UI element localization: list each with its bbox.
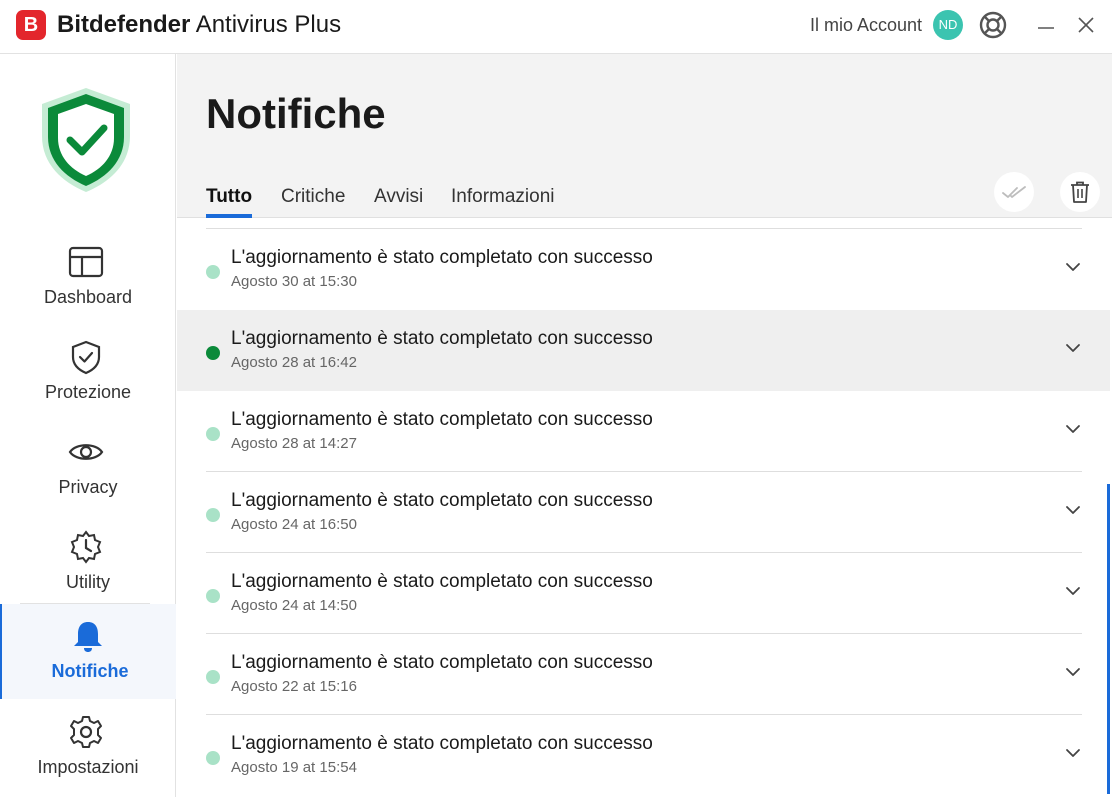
sidebar-item-notifiche[interactable]: Notifiche [0,604,176,699]
chevron-down-icon[interactable] [1063,581,1083,601]
page-header: Notifiche Tutto Critiche Avvisi Informaz… [177,54,1112,218]
sidebar-item-dashboard[interactable]: Dashboard [0,230,176,325]
notification-title: L'aggiornamento è stato completato con s… [231,409,653,430]
notification-title: L'aggiornamento è stato completato con s… [231,247,653,268]
list-item[interactable]: L'aggiornamento è stato completato con s… [177,391,1110,472]
notification-time: Agosto 30 at 15:30 [231,273,357,290]
close-button[interactable] [1070,9,1102,41]
page-title: Notifiche [206,90,386,137]
list-item[interactable]: L'aggiornamento è stato completato con s… [177,634,1110,715]
tab-informazioni[interactable]: Informazioni [451,185,555,209]
delete-all-button[interactable] [1060,172,1100,212]
sidebar-item-label: Dashboard [43,287,133,307]
chevron-down-icon[interactable] [1063,419,1083,439]
notification-time: Agosto 19 at 15:54 [231,759,357,776]
product-name: Antivirus Plus [195,11,342,38]
tab-avvisi[interactable]: Avvisi [374,185,423,209]
sidebar-item-impostazioni[interactable]: Impostazioni [0,700,176,795]
bitdefender-logo-icon: B [16,10,46,40]
bell-icon [70,618,106,654]
notification-title: L'aggiornamento è stato completato con s… [231,328,653,349]
sidebar-item-label: Protezione [44,382,132,402]
notification-list: L'aggiornamento è stato completato con s… [177,218,1112,797]
dashboard-icon [68,244,104,280]
notification-time: Agosto 24 at 16:50 [231,516,357,533]
chevron-down-icon[interactable] [1063,662,1083,682]
mark-all-read-button[interactable] [994,172,1034,212]
notification-title: L'aggiornamento è stato completato con s… [231,733,653,754]
sidebar-item-label: Notifiche [51,661,129,681]
eye-icon [68,434,104,470]
sidebar-item-protezione[interactable]: Protezione [0,325,176,420]
read-status-dot [206,265,220,279]
read-status-dot [206,589,220,603]
notification-time: Agosto 22 at 15:16 [231,678,357,695]
avatar[interactable]: ND [933,10,963,40]
account-link[interactable]: Il mio Account [810,14,922,36]
list-item[interactable]: L'aggiornamento è stato completato con s… [177,553,1110,634]
brand-name: Bitdefender [57,11,191,38]
gear-clock-icon [68,529,104,565]
read-status-dot [206,508,220,522]
title-bar: B Bitdefender Antivirus Plus Il mio Acco… [0,0,1112,54]
unread-status-dot [206,346,220,360]
notification-title: L'aggiornamento è stato completato con s… [231,490,653,511]
shield-icon [68,339,104,375]
sidebar: Dashboard Protezione Privacy Utility Not… [0,54,176,797]
settings-gear-icon [68,714,104,750]
chevron-down-icon[interactable] [1063,500,1083,520]
shield-check-icon [38,84,134,196]
sidebar-item-privacy[interactable]: Privacy [0,420,176,515]
notification-title: L'aggiornamento è stato completato con s… [231,652,653,673]
read-status-dot [206,751,220,765]
list-item[interactable]: L'aggiornamento è stato completato con s… [177,715,1110,796]
sidebar-item-label: Impostazioni [37,757,139,777]
chevron-down-icon[interactable] [1063,257,1083,277]
read-status-dot [206,670,220,684]
tab-tutto[interactable]: Tutto [206,185,252,209]
minimize-button[interactable] [1030,9,1062,41]
notification-title: L'aggiornamento è stato completato con s… [231,571,653,592]
main-panel: Notifiche Tutto Critiche Avvisi Informaz… [177,54,1112,797]
list-item[interactable]: L'aggiornamento è stato completato con s… [177,310,1110,391]
sidebar-item-label: Utility [66,572,110,592]
app-title: Bitdefender Antivirus Plus [57,11,341,39]
list-item[interactable]: L'aggiornamento è stato completato con s… [177,229,1110,310]
chevron-down-icon[interactable] [1063,743,1083,763]
help-lifebuoy-icon[interactable] [977,9,1009,41]
sidebar-item-utility[interactable]: Utility [0,515,176,610]
sidebar-item-label: Privacy [58,477,118,497]
read-status-dot [206,427,220,441]
list-item[interactable]: L'aggiornamento è stato completato con s… [177,472,1110,553]
notification-time: Agosto 28 at 14:27 [231,435,357,452]
scrollbar[interactable] [1107,484,1110,794]
notification-time: Agosto 28 at 16:42 [231,354,357,371]
notification-time: Agosto 24 at 14:50 [231,597,357,614]
chevron-down-icon[interactable] [1063,338,1083,358]
tab-critiche[interactable]: Critiche [281,185,345,209]
